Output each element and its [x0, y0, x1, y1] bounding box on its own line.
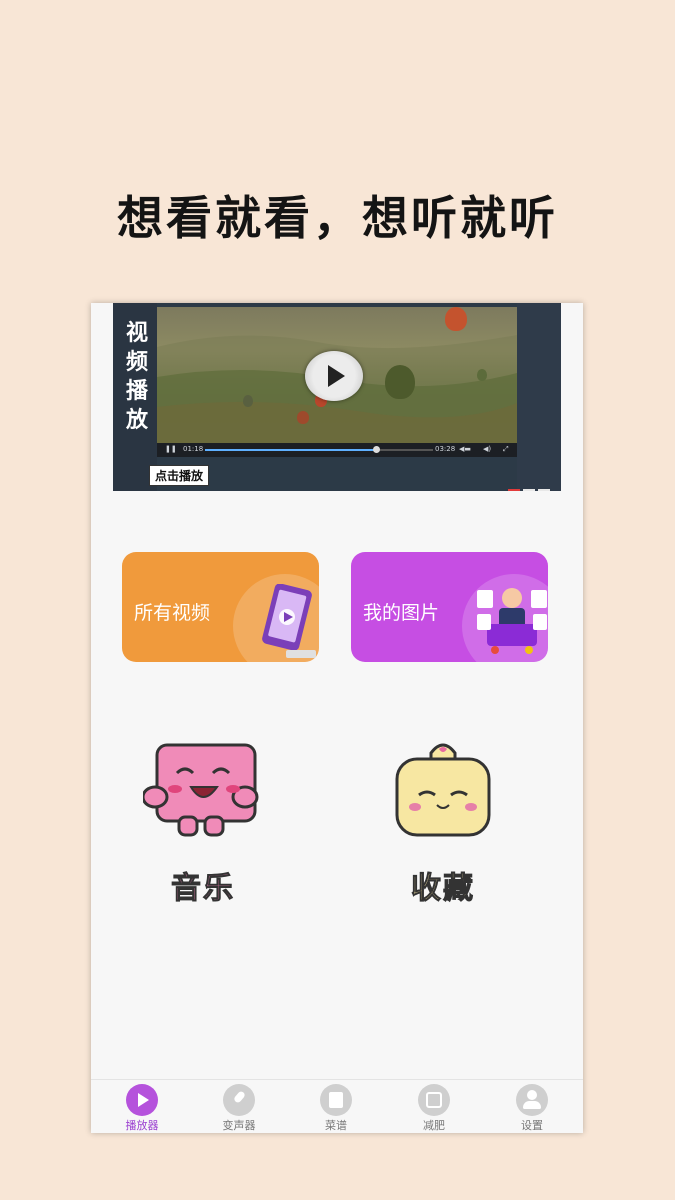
banner-indicator-dot[interactable] — [523, 489, 535, 491]
click-to-play-label[interactable]: 点击播放 — [149, 465, 210, 486]
tab-weight-loss[interactable]: 减肥 — [399, 1084, 469, 1133]
phone-video-icon — [262, 584, 316, 658]
yellow-smiley-icon — [395, 743, 491, 837]
banner-indicators — [505, 477, 550, 491]
pink-smiley-icon — [143, 743, 259, 837]
all-videos-label: 所有视频 — [134, 602, 211, 624]
tab-label: 播放器 — [125, 1119, 159, 1132]
time-total: 03:28 — [435, 445, 456, 453]
video-preview[interactable]: ❚❚ 01:18 03:28 ◀▬ ◀) ⤢ — [157, 307, 517, 457]
play-icon — [328, 365, 345, 387]
play-icon — [126, 1084, 158, 1116]
tab-player[interactable]: 播放器 — [107, 1084, 177, 1133]
balloon-icon — [385, 365, 415, 399]
time-elapsed: 01:18 — [183, 445, 204, 453]
video-controls: ❚❚ 01:18 03:28 ◀▬ ◀) ⤢ — [157, 443, 517, 457]
bottom-tab-bar: 播放器 变声器 菜谱 减肥 设置 — [91, 1079, 583, 1133]
play-button[interactable] — [305, 351, 363, 401]
tab-label: 菜谱 — [325, 1119, 347, 1132]
progress-fill — [205, 449, 376, 451]
banner-right-panel — [517, 303, 561, 491]
tab-settings[interactable]: 设置 — [497, 1084, 567, 1133]
banner-indicator-dot[interactable] — [538, 489, 550, 491]
fullscreen-icon[interactable]: ⤢ — [503, 445, 509, 454]
balloon-icon — [445, 307, 467, 331]
tab-label: 设置 — [521, 1119, 543, 1132]
banner-title-char: 放 — [125, 408, 148, 433]
balloon-icon — [297, 411, 309, 424]
balloon-icon — [477, 369, 487, 381]
people-gallery-icon — [477, 588, 547, 654]
banner-title-char: 播 — [125, 379, 148, 404]
users-icon — [516, 1084, 548, 1116]
volume-icon[interactable]: ◀▬ — [459, 445, 471, 453]
video-banner[interactable]: 视 频 播 放 ❚❚ 01:18 03:28 ◀▬ ◀) ⤢ 点击播放 — [113, 303, 561, 491]
progress-track[interactable] — [205, 446, 433, 453]
favorites-label: 收藏 — [411, 871, 475, 907]
banner-vertical-title: 视 频 播 放 — [123, 319, 151, 435]
recipe-icon — [320, 1084, 352, 1116]
banner-indicator-dot[interactable] — [508, 489, 520, 491]
pause-icon[interactable]: ❚❚ — [165, 445, 177, 453]
balloon-icon — [243, 395, 253, 407]
progress-knob[interactable] — [373, 446, 380, 453]
all-videos-card[interactable]: 所有视频 — [122, 552, 319, 662]
scale-icon — [418, 1084, 450, 1116]
speaker-icon[interactable]: ◀) — [483, 445, 491, 453]
app-screen: 视 频 播 放 ❚❚ 01:18 03:28 ◀▬ ◀) ⤢ 点击播放 所有视频… — [91, 303, 583, 1133]
headline: 想看就看，想听就听 — [117, 191, 558, 245]
banner-title-char: 视 — [125, 321, 148, 346]
my-photos-label: 我的图片 — [363, 602, 440, 624]
tab-voice-changer[interactable]: 变声器 — [204, 1084, 274, 1133]
my-photos-card[interactable]: 我的图片 — [351, 552, 548, 662]
tab-label: 减肥 — [423, 1119, 445, 1132]
microphone-icon — [223, 1084, 255, 1116]
tab-label: 变声器 — [222, 1119, 256, 1132]
banner-title-char: 频 — [125, 350, 148, 375]
tab-recipes[interactable]: 菜谱 — [301, 1084, 371, 1133]
music-label: 音乐 — [171, 871, 235, 907]
